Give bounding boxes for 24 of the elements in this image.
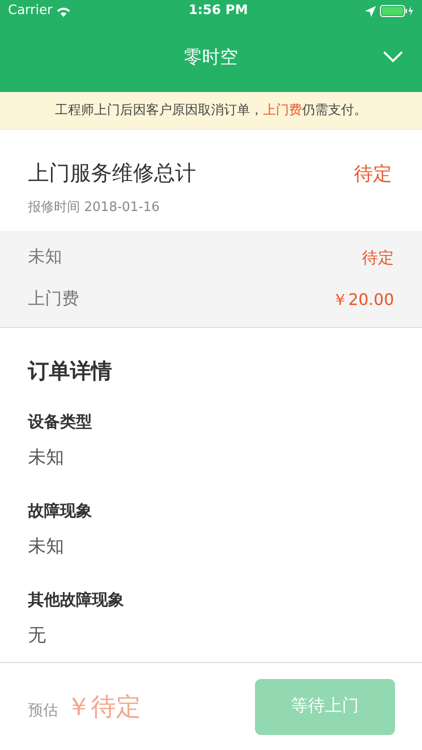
fee-label: 上门费 (28, 288, 79, 312)
header-title: 零时空 (184, 46, 238, 70)
notice-text: 工程师上门后因客户原因取消订单，上门费仍需支付。 (55, 102, 367, 120)
location-icon (364, 6, 376, 16)
battery-icon (380, 5, 414, 17)
carrier-text: Carrier (8, 2, 52, 20)
wifi-icon (56, 6, 72, 16)
details-title: 订单详情 (28, 358, 112, 385)
estimate-value: ￥待定 (66, 690, 141, 723)
fee-value: 待定 (362, 247, 394, 269)
summary-status: 待定 (354, 162, 392, 186)
field-value: 未知 (28, 534, 64, 558)
estimate-label: 预估 (28, 700, 58, 721)
field-label: 故障现象 (28, 500, 92, 522)
fee-label: 未知 (28, 246, 62, 270)
chevron-down-icon[interactable] (383, 51, 403, 63)
summary-title: 上门服务维修总计 (28, 160, 196, 187)
field-label: 设备类型 (28, 410, 92, 432)
repair-date: 报修时间 2018-01-16 (28, 198, 160, 216)
field-label: 其他故障现象 (28, 588, 124, 610)
field-value: 未知 (28, 446, 64, 470)
field-value: 无 (28, 624, 46, 648)
fee-value: ￥20.00 (332, 289, 394, 311)
status-time: 1:56 PM (188, 2, 248, 20)
